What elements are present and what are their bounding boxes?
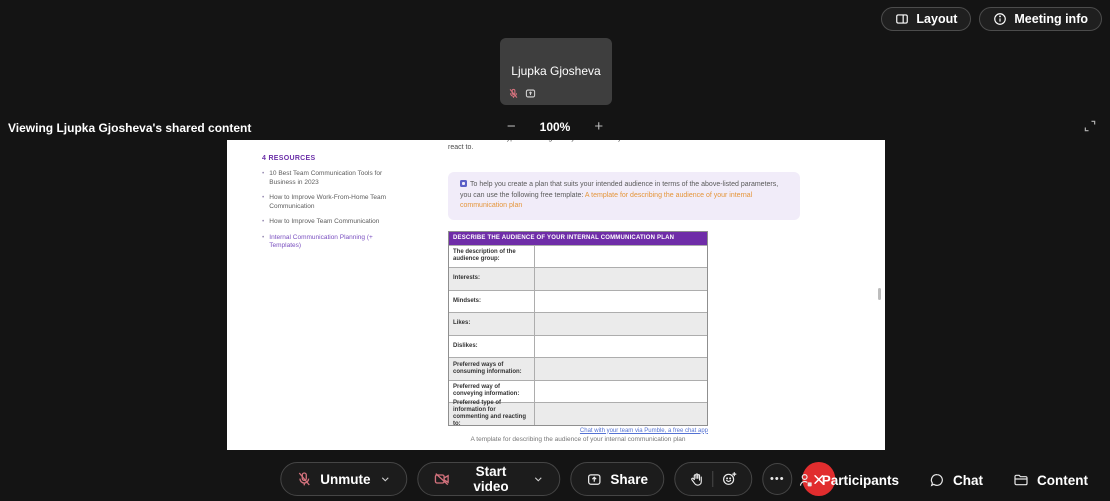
content-button[interactable]: Content xyxy=(1013,472,1088,488)
layout-button[interactable]: Layout xyxy=(881,7,971,31)
article-main: understand which type of messages they a… xyxy=(448,140,800,443)
panel-buttons: Participants Chat Content xyxy=(798,472,1088,488)
video-options-chevron[interactable] xyxy=(532,473,544,485)
unmute-label: Unmute xyxy=(320,472,370,487)
content-label: Content xyxy=(1037,473,1088,488)
share-label: Share xyxy=(610,472,648,487)
reactions-pill xyxy=(674,462,752,496)
row-label: Preferred type of information for commen… xyxy=(449,403,535,425)
row-value-cell xyxy=(535,403,707,425)
resource-link[interactable]: How to Improve Work-From-Home Team Commu… xyxy=(262,194,390,211)
shared-content: 4 RESOURCES 10 Best Team Communication T… xyxy=(227,140,885,450)
row-label: Preferred ways of consuming information: xyxy=(449,358,535,380)
table-row: Mindsets: xyxy=(449,290,707,313)
audience-table: DESCRIBE THE AUDIENCE OF YOUR INTERNAL C… xyxy=(448,231,708,426)
smiley-plus-icon xyxy=(721,471,737,487)
resource-link-label: 10 Best Team Communication Tools for Bus… xyxy=(269,170,390,187)
chat-label: Chat xyxy=(953,473,983,488)
participants-button[interactable]: Participants xyxy=(798,472,899,488)
top-controls: Layout Meeting info xyxy=(881,7,1102,31)
zoom-in-button[interactable]: + xyxy=(594,119,603,134)
resource-link-label: How to Improve Team Communication xyxy=(269,218,379,227)
layout-label: Layout xyxy=(916,12,957,26)
chat-bubble-icon xyxy=(929,472,945,488)
more-options-label: ••• xyxy=(770,473,785,485)
screen-share-indicator-icon xyxy=(524,88,537,99)
paragraph-tail: react to. xyxy=(448,143,800,152)
table-row: Preferred way of conveying information: xyxy=(449,380,707,403)
row-value-cell xyxy=(535,291,707,313)
row-value-cell xyxy=(535,381,707,403)
row-value-cell xyxy=(535,358,707,380)
layout-icon xyxy=(895,12,909,26)
table-caption: A template for describing the audience o… xyxy=(448,436,708,443)
unmute-options-chevron[interactable] xyxy=(380,473,392,485)
row-label: The description of the audience group: xyxy=(449,246,535,268)
resource-link-label: How to Improve Work-From-Home Team Commu… xyxy=(269,194,390,211)
table-row: Likes: xyxy=(449,312,707,335)
zoom-controls: − 100% + xyxy=(0,119,1110,134)
row-value-cell xyxy=(535,336,707,358)
row-label: Dislikes: xyxy=(449,336,535,358)
meeting-info-button[interactable]: Meeting info xyxy=(979,7,1102,31)
table-row: Preferred type of information for commen… xyxy=(449,402,707,425)
table-row: Dislikes: xyxy=(449,335,707,358)
participant-status-icons xyxy=(508,88,537,99)
resource-link[interactable]: 10 Best Team Communication Tools for Bus… xyxy=(262,170,390,187)
scrollbar-thumb[interactable] xyxy=(878,288,881,300)
participant-tile[interactable]: Ljupka Gjosheva xyxy=(500,38,612,105)
call-controls: Unmute Start video Share xyxy=(280,462,835,496)
resource-link[interactable]: How to Improve Team Communication xyxy=(262,218,390,227)
participant-name: Ljupka Gjosheva xyxy=(500,64,612,78)
resource-link-current[interactable]: Internal Communication Planning (+ Templ… xyxy=(262,234,390,251)
fullscreen-expand-icon xyxy=(1083,119,1097,133)
pumble-link[interactable]: Chat with your team via Pumble, a free c… xyxy=(448,428,708,434)
start-video-button[interactable]: Start video xyxy=(418,462,561,496)
unmute-button[interactable]: Unmute xyxy=(280,462,407,496)
hand-icon xyxy=(689,472,704,487)
more-options-button[interactable]: ••• xyxy=(762,463,793,495)
row-label: Interests: xyxy=(449,268,535,290)
table-row: Interests: xyxy=(449,267,707,290)
reactions-button[interactable] xyxy=(713,471,745,487)
row-label: Mindsets: xyxy=(449,291,535,313)
resource-link-label: Internal Communication Planning (+ Templ… xyxy=(269,234,390,251)
info-icon xyxy=(993,12,1007,26)
mic-off-icon xyxy=(508,88,519,99)
share-button[interactable]: Share xyxy=(570,462,664,496)
share-screen-icon xyxy=(586,472,602,487)
mic-off-icon xyxy=(296,471,312,487)
row-value-cell xyxy=(535,246,707,268)
fullscreen-expand-button[interactable] xyxy=(1083,119,1097,133)
zoom-level: 100% xyxy=(540,120,571,134)
template-icon xyxy=(460,180,467,187)
meeting-info-label: Meeting info xyxy=(1014,12,1088,26)
table-row: The description of the audience group: xyxy=(449,245,707,268)
chat-button[interactable]: Chat xyxy=(929,472,983,488)
video-off-icon xyxy=(434,471,451,487)
folder-icon xyxy=(1013,472,1029,488)
person-icon xyxy=(798,472,814,488)
resources-heading: 4 RESOURCES xyxy=(262,155,390,162)
resources-sidebar: 4 RESOURCES 10 Best Team Communication T… xyxy=(262,155,390,258)
row-value-cell xyxy=(535,313,707,335)
bottom-toolbar: Unmute Start video Share xyxy=(0,451,1110,501)
raise-hand-button[interactable] xyxy=(681,472,712,487)
row-label: Likes: xyxy=(449,313,535,335)
zoom-out-button[interactable]: − xyxy=(507,119,516,134)
table-title: DESCRIBE THE AUDIENCE OF YOUR INTERNAL C… xyxy=(449,232,707,245)
row-value-cell xyxy=(535,268,707,290)
template-callout: To help you create a plan that suits you… xyxy=(448,172,800,220)
table-row: Preferred ways of consuming information: xyxy=(449,357,707,380)
participants-label: Participants xyxy=(822,473,899,488)
start-video-label: Start video xyxy=(459,464,524,494)
